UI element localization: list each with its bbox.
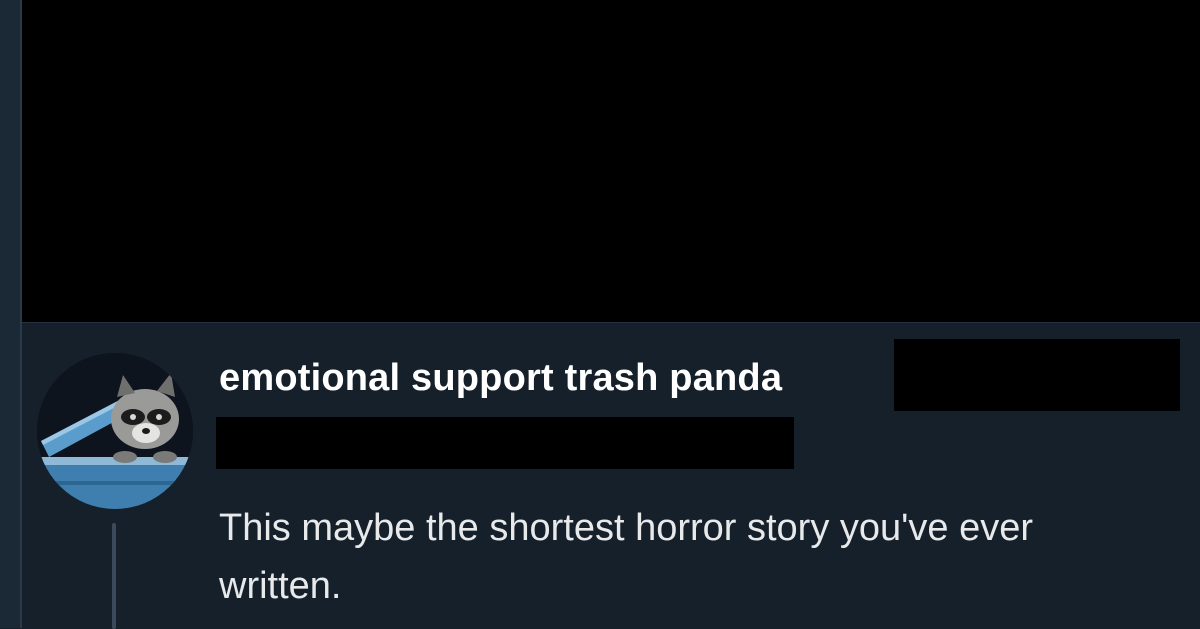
- display-name[interactable]: emotional support trash panda: [219, 357, 782, 400]
- redacted-media-block: [22, 0, 1200, 322]
- redacted-handle: [894, 339, 1180, 411]
- thread-connector-line: [112, 523, 116, 629]
- left-rail: [0, 0, 22, 628]
- raccoon-avatar-icon[interactable]: [37, 353, 193, 509]
- redacted-reply-line: [216, 417, 794, 469]
- reply-tweet[interactable]: emotional support trash panda This maybe…: [22, 322, 1200, 629]
- tweet-text: This maybe the shortest horror story you…: [219, 507, 1034, 607]
